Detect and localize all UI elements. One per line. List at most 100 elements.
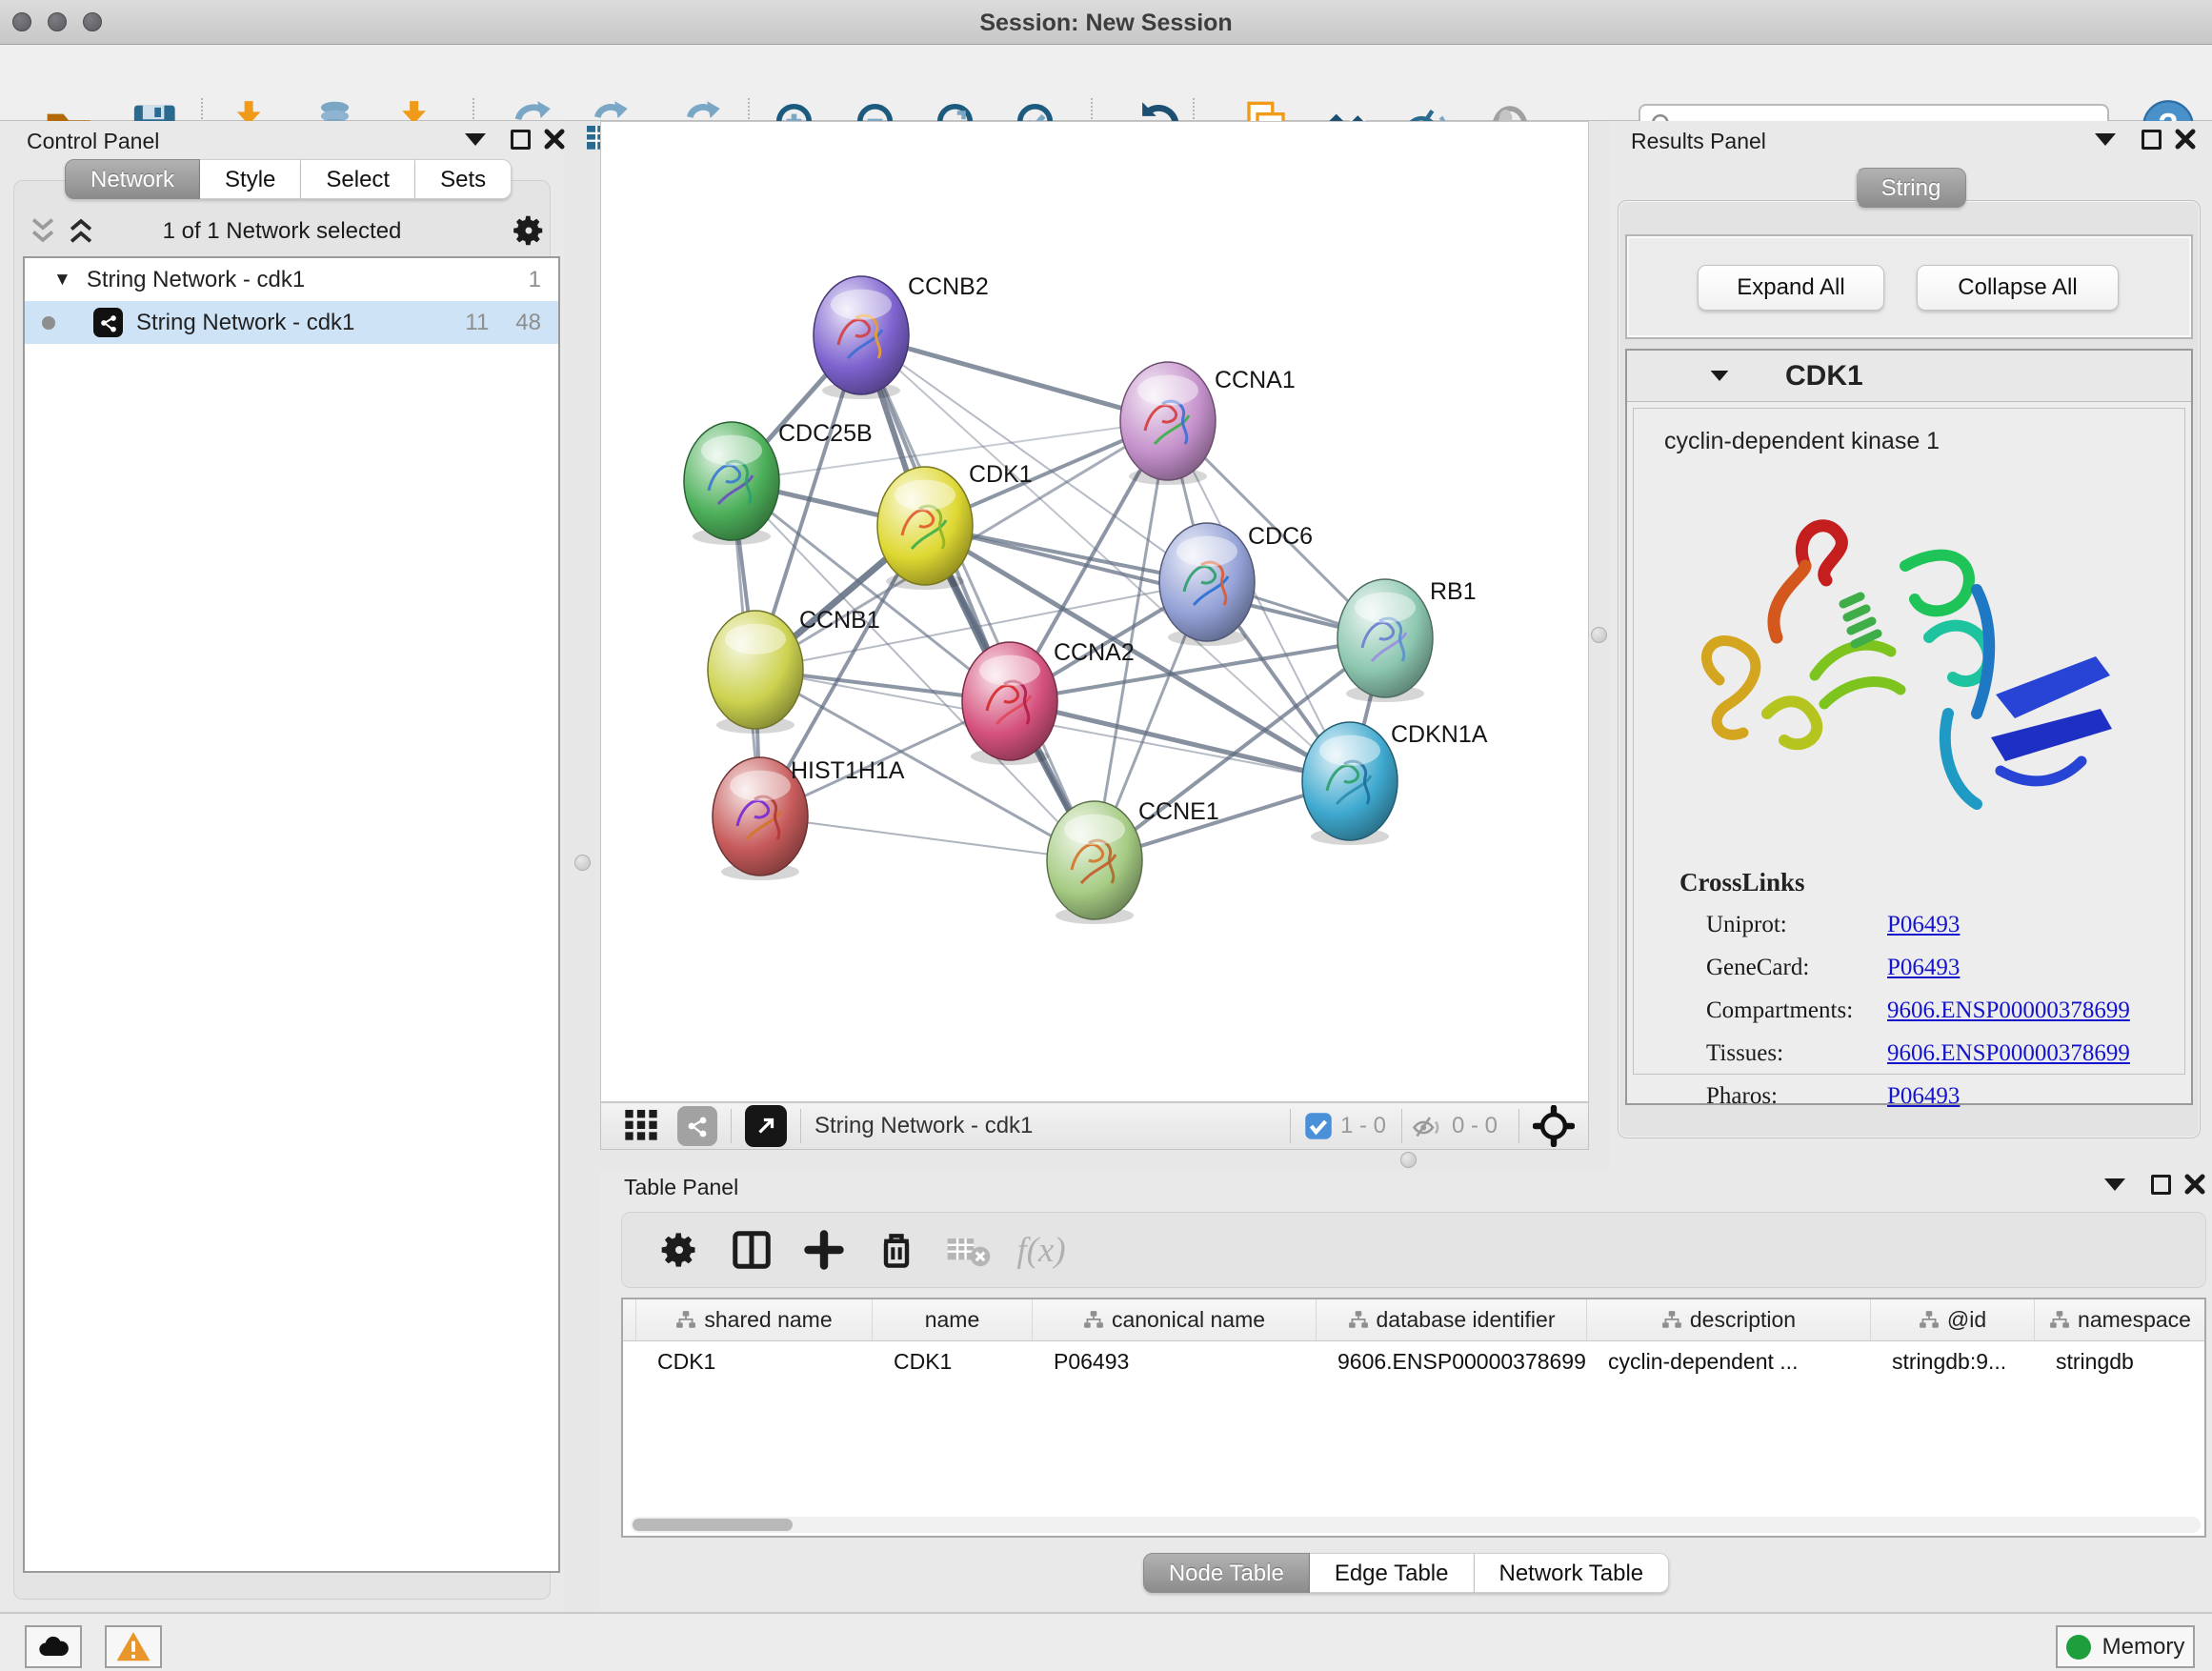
network-row-selected[interactable]: String Network - cdk1 11 48	[25, 301, 558, 344]
result-entry-header[interactable]: CDK1	[1627, 351, 2191, 402]
network-selection-status: 1 of 1 Network selected	[19, 218, 545, 245]
table-cell[interactable]: stringdb	[2035, 1341, 2206, 1381]
collapse-all-button[interactable]: Collapse All	[1917, 265, 2119, 311]
table-panel-close-button[interactable]	[2181, 1170, 2209, 1198]
table-row[interactable]: CDK1CDK1P064939606.ENSP00000378699cyclin…	[623, 1341, 2204, 1381]
table-panel-tabs: Node TableEdge TableNetwork Table	[600, 1553, 2212, 1593]
network-node-CDKN1A[interactable]: CDKN1A	[1302, 721, 1488, 845]
table-panel: Table Panel	[600, 1170, 2212, 1612]
column-header-namespace[interactable]: namespace	[2035, 1299, 2206, 1340]
column-header-label: namespace	[2078, 1307, 2191, 1333]
tree-expander-icon[interactable]: ▼	[53, 270, 71, 291]
cloud-status-button[interactable]	[25, 1625, 82, 1668]
node-label-CCNB2: CCNB2	[908, 273, 989, 300]
column-header--id[interactable]: @id	[1871, 1299, 2035, 1340]
network-node-CDC6[interactable]: CDC6	[1159, 523, 1313, 646]
crosslink-link[interactable]: 9606.ENSP00000378699	[1887, 1040, 2130, 1067]
column-header-shared-name[interactable]: shared name	[636, 1299, 873, 1340]
node-label-HIST1H1A: HIST1H1A	[791, 757, 905, 784]
string-view-button[interactable]	[677, 1106, 717, 1146]
column-header-description[interactable]: description	[1587, 1299, 1871, 1340]
table-cell[interactable]: stringdb:9...	[1871, 1341, 2035, 1381]
control-panel-float-button[interactable]	[506, 125, 534, 153]
column-header-database-identifier[interactable]: database identifier	[1317, 1299, 1587, 1340]
network-canvas[interactable]: CCNB2 CCNA1 CDC25BCDK1 CDC6 RB1 CCNB1 CCNA2 CDK…	[600, 121, 1589, 1102]
crosslink-link[interactable]: P06493	[1887, 1083, 1960, 1110]
network-node-HIST1H1A[interactable]: HIST1H1A	[713, 757, 905, 880]
memory-status-button[interactable]: Memory	[2056, 1625, 2195, 1668]
table-options-button[interactable]	[654, 1225, 704, 1275]
results-panel-menu-button[interactable]	[2091, 125, 2120, 153]
show-column-selector-button[interactable]	[727, 1225, 776, 1275]
expand-all-button[interactable]: Expand All	[1698, 265, 1884, 311]
table-cell[interactable]: cyclin-dependent ...	[1587, 1341, 1871, 1381]
edge-CDK1-RB1[interactable]	[925, 526, 1385, 638]
table-panel-float-button[interactable]	[2146, 1170, 2175, 1198]
tab-string[interactable]: String	[1856, 168, 1967, 208]
table-panel-menu-button[interactable]	[2101, 1170, 2129, 1198]
delete-column-button[interactable]	[872, 1225, 921, 1275]
network-node-CDC25B[interactable]: CDC25B	[684, 420, 873, 545]
control-panel-menu-button[interactable]	[461, 125, 490, 153]
network-collection-row[interactable]: ▼ String Network - cdk1 1	[25, 258, 558, 301]
tab-edge-table[interactable]: Edge Table	[1310, 1553, 1475, 1593]
crosslink-label: GeneCard:	[1706, 955, 1887, 981]
control-panel-title: Control Panel	[27, 129, 159, 154]
tab-network[interactable]: Network	[65, 159, 200, 199]
network-node-RB1[interactable]: RB1	[1337, 578, 1477, 702]
column-header-label: @id	[1947, 1307, 1986, 1333]
node-label-CDC25B: CDC25B	[778, 420, 873, 447]
column-header-canonical-name[interactable]: canonical name	[1033, 1299, 1317, 1340]
table-cell[interactable]: CDK1	[636, 1341, 873, 1381]
crosslink-link[interactable]: P06493	[1887, 912, 1960, 938]
string-app-icon	[93, 308, 123, 337]
right-splitter-handle[interactable]	[1591, 627, 1607, 643]
birdseye-view-button[interactable]	[622, 1105, 660, 1148]
table-cell[interactable]: P06493	[1033, 1341, 1317, 1381]
add-column-button[interactable]	[799, 1225, 849, 1275]
tab-select[interactable]: Select	[301, 159, 415, 199]
scrollbar-thumb[interactable]	[633, 1519, 793, 1531]
network-node-CCNB1[interactable]: CCNB1	[708, 607, 880, 734]
left-splitter-handle[interactable]	[574, 855, 591, 871]
table-cell[interactable]: CDK1	[873, 1341, 1033, 1381]
network-collection-label: String Network - cdk1	[87, 267, 305, 293]
expand-collapse-box: Expand All Collapse All	[1625, 234, 2193, 339]
tab-style[interactable]: Style	[200, 159, 301, 199]
crosslink-link[interactable]: P06493	[1887, 955, 1960, 981]
column-header-label: description	[1690, 1307, 1796, 1333]
network-options-button[interactable]	[511, 212, 547, 253]
tab-sets[interactable]: Sets	[415, 159, 512, 199]
tab-node-table[interactable]: Node Table	[1143, 1553, 1310, 1593]
network-label: String Network - cdk1	[136, 310, 354, 336]
result-entry-cdk1: CDK1 cyclin-dependent kinase 1	[1625, 349, 2193, 1105]
network-graph[interactable]: CCNB2 CCNA1 CDC25BCDK1 CDC6 RB1 CCNB1 CCNA2 CDK…	[601, 122, 1590, 1103]
column-header-name[interactable]: name	[873, 1299, 1033, 1340]
network-node-CCNB2[interactable]: CCNB2	[814, 273, 989, 399]
network-node-CCNA2[interactable]: CCNA2	[962, 639, 1135, 765]
bottom-splitter-handle[interactable]	[1400, 1152, 1417, 1168]
network-node-CDK1[interactable]: CDK1	[877, 461, 1033, 590]
column-mapping-icon	[1083, 1310, 1104, 1331]
gear-icon	[658, 1229, 700, 1271]
fit-selected-crosshair-icon[interactable]	[1533, 1105, 1575, 1147]
tab-network-table[interactable]: Network Table	[1475, 1553, 1670, 1593]
table-corner-gutter	[623, 1299, 636, 1340]
collapse-entry-icon[interactable]	[1711, 371, 1729, 381]
crosslink-row: Tissues:9606.ENSP00000378699	[1706, 1040, 2163, 1067]
control-panel-close-button[interactable]	[540, 125, 569, 153]
network-node-CCNA1[interactable]: CCNA1	[1120, 362, 1296, 485]
table-cell[interactable]: 9606.ENSP00000378699	[1317, 1341, 1587, 1381]
column-mapping-icon	[1348, 1310, 1369, 1331]
edge-HIST1H1A-CCNE1[interactable]	[760, 816, 1095, 860]
node-label-CDC6: CDC6	[1248, 523, 1313, 550]
warnings-button[interactable]	[105, 1625, 162, 1668]
results-panel-close-button[interactable]	[2171, 125, 2200, 153]
results-panel-float-button[interactable]	[2137, 125, 2165, 153]
detach-view-button[interactable]	[745, 1105, 787, 1147]
crosslink-link[interactable]: 9606.ENSP00000378699	[1887, 997, 2130, 1024]
selected-checkbox-icon[interactable]	[1304, 1112, 1333, 1140]
horizontal-scrollbar[interactable]	[631, 1517, 2201, 1533]
node-label-CDKN1A: CDKN1A	[1391, 721, 1488, 748]
network-node-CCNE1[interactable]: CCNE1	[1047, 798, 1219, 924]
